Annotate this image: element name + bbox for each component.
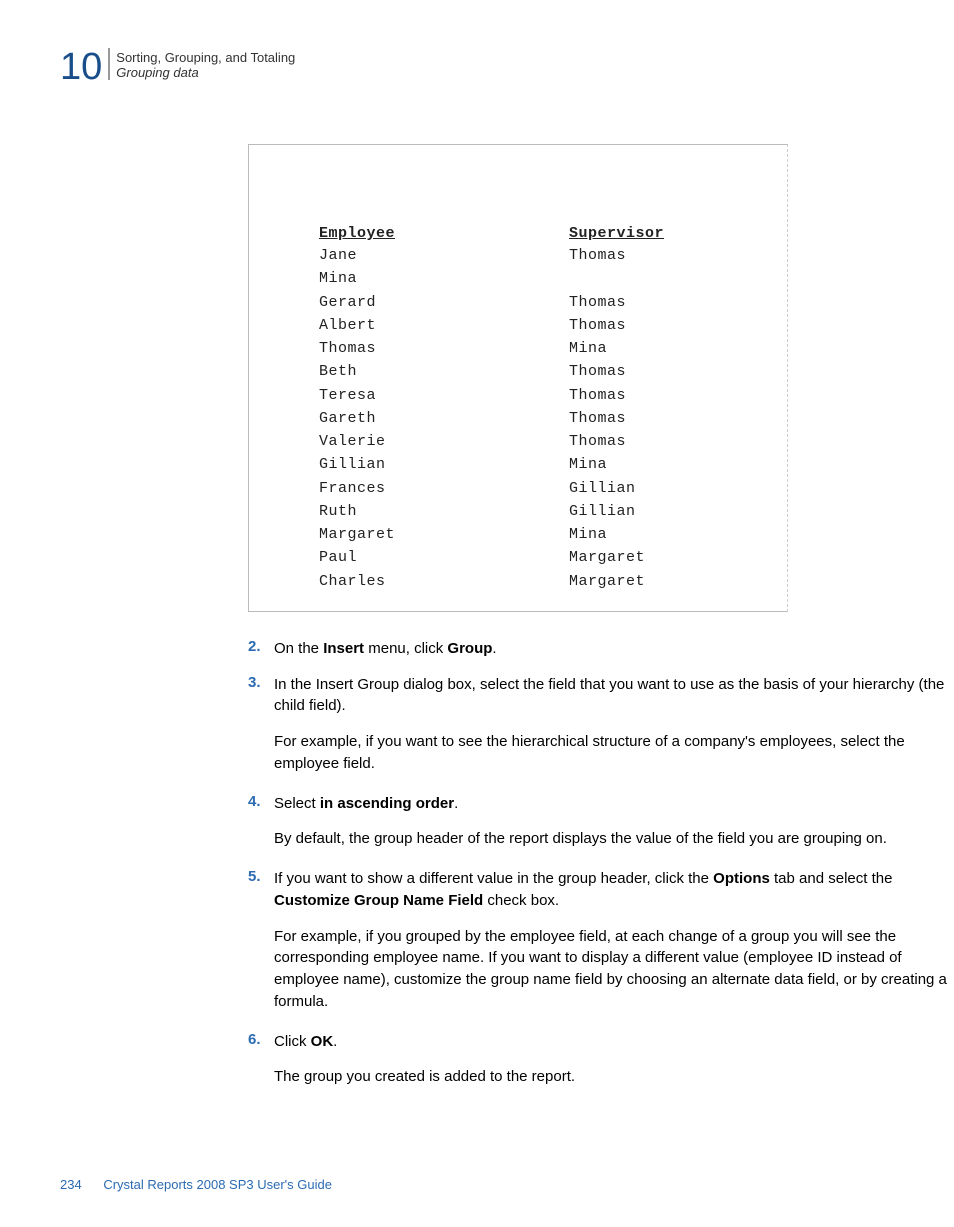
step-number: 6. xyxy=(248,1031,274,1053)
list-item: Teresa xyxy=(319,384,569,407)
supervisor-column: Supervisor Thomas Thomas Thomas Mina Tho… xyxy=(569,225,664,593)
bold-text: in ascending order xyxy=(320,795,454,812)
text: If you want to show a different value in… xyxy=(274,870,713,887)
text: Click xyxy=(274,1033,311,1050)
step-number: 4. xyxy=(248,793,274,815)
list-item: Beth xyxy=(319,360,569,383)
list-item: Valerie xyxy=(319,430,569,453)
step-body: On the Insert menu, click Group. xyxy=(274,638,497,660)
header-title: Sorting, Grouping, and Totaling xyxy=(116,50,295,65)
report-columns: Employee Jane Mina Gerard Albert Thomas … xyxy=(319,225,747,593)
bold-text: Options xyxy=(713,870,770,887)
bold-text: Insert xyxy=(323,640,364,657)
supervisor-header: Supervisor xyxy=(569,225,664,242)
step-6-para: The group you created is added to the re… xyxy=(274,1066,948,1088)
guide-title: Crystal Reports 2008 SP3 User's Guide xyxy=(103,1177,332,1192)
page-footer: 234 Crystal Reports 2008 SP3 User's Guid… xyxy=(60,1177,332,1192)
list-item: Thomas xyxy=(569,430,664,453)
bold-text: Group xyxy=(447,640,492,657)
step-5: 5. If you want to show a different value… xyxy=(248,868,948,912)
list-item: Mina xyxy=(319,267,569,290)
list-item: Thomas xyxy=(569,244,664,267)
step-number: 3. xyxy=(248,674,274,718)
step-number: 5. xyxy=(248,868,274,912)
step-5-para: For example, if you grouped by the emplo… xyxy=(274,926,948,1013)
step-3-para: For example, if you want to see the hier… xyxy=(274,731,948,775)
page-number: 234 xyxy=(60,1177,82,1192)
list-item: Ruth xyxy=(319,500,569,523)
employee-column: Employee Jane Mina Gerard Albert Thomas … xyxy=(319,225,569,593)
text: . xyxy=(454,795,458,812)
step-4: 4. Select in ascending order. xyxy=(248,793,948,815)
list-item: Thomas xyxy=(569,291,664,314)
report-preview: Employee Jane Mina Gerard Albert Thomas … xyxy=(248,144,788,612)
step-6: 6. Click OK. xyxy=(248,1031,948,1053)
text: Select xyxy=(274,795,320,812)
text: . xyxy=(333,1033,337,1050)
step-body: Select in ascending order. xyxy=(274,793,458,815)
list-item: Thomas xyxy=(569,360,664,383)
list-item: Margaret xyxy=(319,523,569,546)
bold-text: OK xyxy=(311,1033,334,1050)
list-item: Frances xyxy=(319,477,569,500)
step-body: If you want to show a different value in… xyxy=(274,868,948,912)
list-item: Gareth xyxy=(319,407,569,430)
list-item: Mina xyxy=(569,337,664,360)
chapter-number: 10 xyxy=(60,48,102,86)
header-subtitle: Grouping data xyxy=(116,65,295,80)
list-item: Gerard xyxy=(319,291,569,314)
list-item: Charles xyxy=(319,570,569,593)
list-item: Jane xyxy=(319,244,569,267)
instructions: 2. On the Insert menu, click Group. 3. I… xyxy=(248,638,948,1088)
list-item: Thomas xyxy=(569,314,664,337)
list-item: Margaret xyxy=(569,546,664,569)
text: On the xyxy=(274,640,323,657)
step-body: Click OK. xyxy=(274,1031,337,1053)
list-item: Albert xyxy=(319,314,569,337)
bold-text: Customize Group Name Field xyxy=(274,892,483,909)
step-2: 2. On the Insert menu, click Group. xyxy=(248,638,948,660)
text: . xyxy=(492,640,496,657)
employee-header: Employee xyxy=(319,225,569,242)
list-item: Mina xyxy=(569,523,664,546)
step-body: In the Insert Group dialog box, select t… xyxy=(274,674,948,718)
header-titles: Sorting, Grouping, and Totaling Grouping… xyxy=(108,48,295,80)
list-item: Margaret xyxy=(569,570,664,593)
text: check box. xyxy=(483,892,559,909)
step-number: 2. xyxy=(248,638,274,660)
list-item: Thomas xyxy=(569,407,664,430)
list-item xyxy=(569,267,664,290)
list-item: Thomas xyxy=(569,384,664,407)
step-4-para: By default, the group header of the repo… xyxy=(274,828,948,850)
page-header: 10 Sorting, Grouping, and Totaling Group… xyxy=(60,48,894,86)
list-item: Gillian xyxy=(319,453,569,476)
step-3: 3. In the Insert Group dialog box, selec… xyxy=(248,674,948,718)
list-item: Paul xyxy=(319,546,569,569)
list-item: Mina xyxy=(569,453,664,476)
text: menu, click xyxy=(364,640,447,657)
list-item: Thomas xyxy=(319,337,569,360)
text: tab and select the xyxy=(770,870,893,887)
list-item: Gillian xyxy=(569,500,664,523)
list-item: Gillian xyxy=(569,477,664,500)
